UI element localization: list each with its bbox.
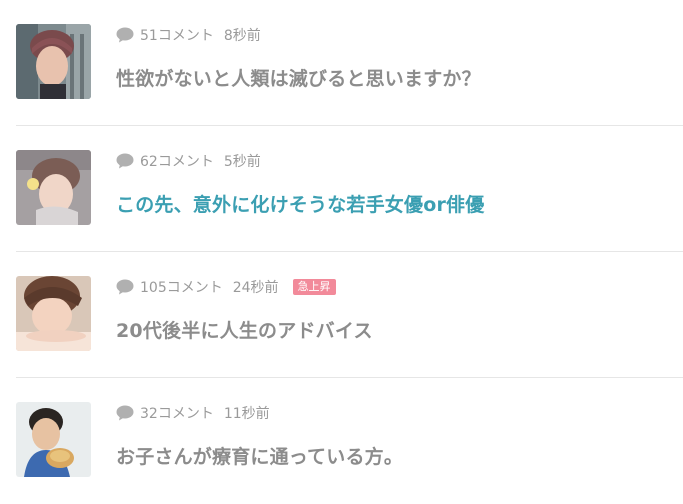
topic-item[interactable]: 105コメント 24秒前 急上昇 20代後半に人生のアドバイス xyxy=(0,252,683,378)
trending-badge: 急上昇 xyxy=(292,279,336,295)
posted-time: 24秒前 xyxy=(232,280,279,296)
thumbnail-image xyxy=(16,150,91,225)
comment-count: 105コメント xyxy=(140,280,223,296)
posted-time: 11秒前 xyxy=(223,406,270,422)
topic-meta: 32コメント 11秒前 xyxy=(116,403,270,423)
posted-time: 8秒前 xyxy=(223,28,261,44)
topic-title[interactable]: 性欲がないと人類は滅びると思いますか？ xyxy=(116,64,481,91)
thumbnail-image xyxy=(16,276,91,351)
thumbnail-image xyxy=(16,24,91,99)
comment-count: 51コメント xyxy=(140,28,214,44)
topic-list: 51コメント 8秒前 性欲がないと人類は滅びると思いますか？ 62コメント 5秒… xyxy=(0,0,683,497)
speech-bubble-icon xyxy=(116,27,134,43)
topic-item[interactable]: 62コメント 5秒前 この先、意外に化けそうな若手女優or俳優 xyxy=(0,126,683,252)
topic-title[interactable]: お子さんが療育に通っている方。 xyxy=(116,442,403,469)
topic-meta: 105コメント 24秒前 急上昇 xyxy=(116,277,336,297)
topic-item[interactable]: 32コメント 11秒前 お子さんが療育に通っている方。 xyxy=(0,378,683,504)
comment-count: 62コメント xyxy=(140,154,214,170)
speech-bubble-icon xyxy=(116,153,134,169)
comment-count: 32コメント xyxy=(140,406,214,422)
thumbnail-image xyxy=(16,402,91,477)
topic-thumbnail[interactable] xyxy=(16,402,91,477)
speech-bubble-icon xyxy=(116,279,134,295)
topic-title[interactable]: 20代後半に人生のアドバイス xyxy=(116,316,373,343)
topic-thumbnail[interactable] xyxy=(16,276,91,351)
topic-meta: 62コメント 5秒前 xyxy=(116,151,261,171)
topic-thumbnail[interactable] xyxy=(16,24,91,99)
posted-time: 5秒前 xyxy=(223,154,261,170)
topic-thumbnail[interactable] xyxy=(16,150,91,225)
topic-meta: 51コメント 8秒前 xyxy=(116,25,261,45)
speech-bubble-icon xyxy=(116,405,134,421)
topic-item[interactable]: 51コメント 8秒前 性欲がないと人類は滅びると思いますか？ xyxy=(0,0,683,126)
topic-title[interactable]: この先、意外に化けそうな若手女優or俳優 xyxy=(116,190,484,217)
